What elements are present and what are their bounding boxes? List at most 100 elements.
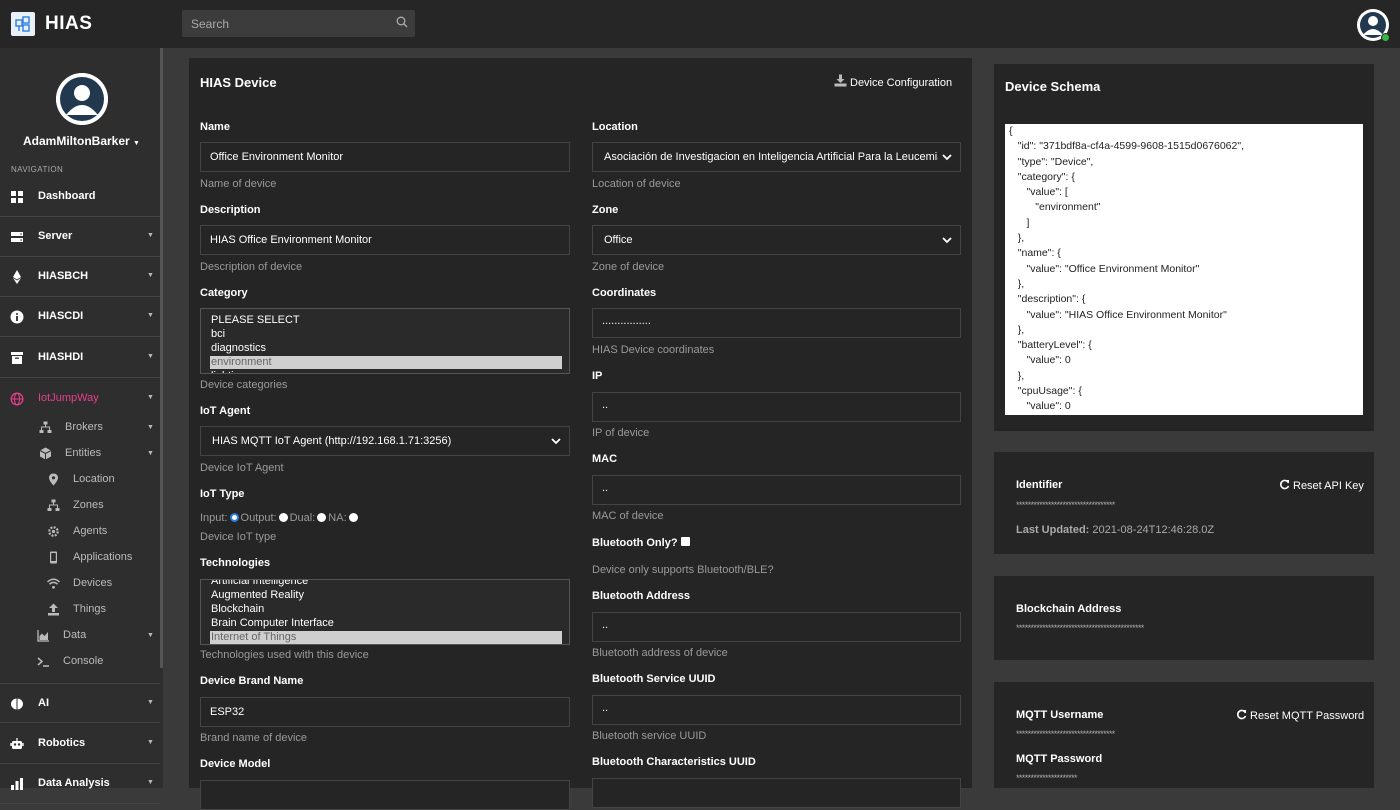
globe-icon: [10, 392, 24, 406]
reset-api-key-button[interactable]: Reset API Key: [1279, 479, 1364, 492]
brand-name-help: Brand name of device: [200, 732, 308, 744]
sidebar-item-robotics[interactable]: Robotics ▼: [0, 724, 160, 764]
iot-type-input-label: Input:: [200, 512, 228, 524]
reset-mqtt-password-button[interactable]: Reset MQTT Password: [1236, 709, 1364, 722]
sidebar-subitem-label: Brokers: [65, 421, 103, 433]
sidebar-item-hiasbch[interactable]: HIASBCH ▼: [0, 257, 160, 297]
device-model-input[interactable]: [200, 780, 570, 810]
category-listbox[interactable]: PLEASE SELECT bci diagnostics environmen…: [200, 308, 570, 374]
schema-title: Device Schema: [1005, 79, 1101, 94]
sidebar-subitem-agents[interactable]: Agents: [47, 522, 157, 546]
iot-type-input-radio[interactable]: [229, 513, 239, 522]
device-configuration-button[interactable]: Device Configuration: [834, 74, 952, 89]
chevron-down-icon: ▼: [147, 450, 154, 457]
sidebar-subitem-console[interactable]: Console: [37, 652, 157, 676]
search-icon[interactable]: [396, 16, 408, 28]
chevron-down-icon: ▼: [147, 394, 154, 401]
iot-type-dual-label: Dual:: [289, 512, 316, 524]
sidebar-item-label: Data Analysis: [38, 777, 110, 789]
description-input[interactable]: HIAS Office Environment Monitor: [200, 225, 570, 255]
category-option-selected[interactable]: environment: [210, 356, 562, 369]
location-help: Location of device: [592, 178, 681, 190]
iot-type-dual-radio[interactable]: [317, 513, 327, 522]
search-input[interactable]: [182, 10, 415, 37]
sidebar-subitem-brokers[interactable]: Brokers: [39, 418, 159, 442]
iot-agent-label: IoT Agent: [200, 405, 251, 417]
sidebar-subitem-zones[interactable]: Zones: [47, 496, 157, 520]
technology-option[interactable]: Blockchain: [211, 603, 561, 616]
hias-logo-icon[interactable]: [11, 12, 35, 36]
sidebar-item-dashboard[interactable]: Dashboard: [0, 177, 160, 217]
sidebar-subitem-location[interactable]: Location: [47, 470, 157, 494]
schema-json-viewer[interactable]: { "id": "371bdf8a-cf4a-4599-9608-1515d06…: [1005, 124, 1363, 415]
sidebar-subitem-label: Data: [63, 629, 87, 641]
mqtt-panel: MQTT Username **************************…: [994, 682, 1374, 788]
iot-type-label: IoT Type: [200, 488, 245, 500]
blockchain-address-value: ****************************************…: [1016, 623, 1144, 633]
wifi-icon: [47, 578, 60, 589]
bluetooth-characteristics-uuid-input[interactable]: [592, 778, 961, 808]
sidebar-avatar[interactable]: [56, 73, 108, 125]
chevron-down-icon: ▼: [147, 424, 154, 431]
technology-option[interactable]: Brain Computer Interface: [211, 617, 561, 630]
mac-input[interactable]: ..: [592, 475, 961, 505]
username-dropdown[interactable]: AdamMiltonBarker ▼: [0, 134, 163, 148]
iot-type-na-radio[interactable]: [348, 513, 358, 522]
sidebar-item-hiashdi[interactable]: HIASHDI ▼: [0, 338, 160, 378]
sidebar-subitem-data[interactable]: Data: [37, 626, 157, 650]
zone-select[interactable]: Office: [592, 225, 961, 255]
location-label: Location: [592, 121, 638, 133]
technology-option[interactable]: Augmented Reality: [211, 589, 561, 602]
iot-type-help: Device IoT type: [200, 531, 277, 543]
sidebar: AdamMiltonBarker ▼ NAVIGATION Dashboard …: [0, 48, 163, 804]
iot-type-output-radio[interactable]: [278, 513, 288, 522]
bluetooth-only-help: Device only supports Bluetooth/BLE?: [592, 564, 774, 576]
iot-agent-select[interactable]: HIAS MQTT IoT Agent (http://192.168.1.71…: [200, 426, 570, 456]
category-option[interactable]: bci: [211, 328, 561, 341]
coordinates-input[interactable]: ................: [592, 308, 961, 338]
refresh-icon: [1237, 709, 1247, 720]
sidebar-item-label: HIASBCH: [38, 270, 89, 282]
sidebar-item-data-analysis[interactable]: Data Analysis ▼: [0, 764, 160, 804]
brand-name-input[interactable]: ESP32: [200, 697, 570, 727]
bluetooth-only-label: Bluetooth Only?: [592, 537, 678, 549]
category-option[interactable]: PLEASE SELECT: [211, 314, 561, 327]
sidebar-subitem-label: Devices: [73, 577, 113, 589]
bluetooth-address-input[interactable]: ..: [592, 612, 961, 642]
name-input[interactable]: Office Environment Monitor: [200, 142, 570, 172]
device-form-panel: HIAS Device Device Configuration Name Of…: [189, 58, 972, 810]
cube-icon: [39, 447, 52, 460]
sidebar-subitem-label: Zones: [73, 499, 104, 511]
bluetooth-service-uuid-input[interactable]: ..: [592, 695, 961, 725]
bluetooth-only-checkbox[interactable]: [680, 537, 690, 546]
sidebar-scrollbar[interactable]: [160, 48, 163, 668]
info-icon: [10, 310, 24, 324]
name-label: Name: [200, 121, 230, 133]
sidebar-item-server[interactable]: Server ▼: [0, 217, 160, 257]
category-option[interactable]: diagnostics: [211, 342, 561, 355]
technology-option-selected[interactable]: Internet of Things: [210, 631, 562, 644]
sidebar-subitem-applications[interactable]: Applications: [47, 548, 157, 572]
user-avatar-icon: [56, 73, 108, 125]
refresh-icon: [1280, 479, 1290, 490]
iot-type-radio-group: Input: Output: Dual: NA:: [200, 512, 360, 524]
sidebar-item-ai[interactable]: AI ▼: [0, 683, 160, 723]
sidebar-subitem-things[interactable]: Things: [47, 600, 157, 624]
technology-option[interactable]: Artificial Intelligence: [211, 580, 561, 588]
sidebar-item-label: Dashboard: [38, 190, 96, 202]
ip-input[interactable]: ..: [592, 392, 961, 422]
mqtt-username-label: MQTT Username: [1016, 709, 1104, 721]
technologies-listbox[interactable]: Artificial Intelligence Augmented Realit…: [200, 579, 570, 645]
chevron-down-icon: ▼: [147, 632, 154, 639]
app-name[interactable]: HIAS: [45, 13, 92, 35]
identifier-label: Identifier: [1016, 479, 1063, 491]
sidebar-subitem-label: Things: [73, 603, 107, 615]
sidebar-subitem-entities[interactable]: Entities: [39, 444, 159, 468]
sidebar-item-iotjumpway[interactable]: IotJumpWay ▼: [0, 379, 160, 419]
sidebar-subitem-devices[interactable]: Devices: [47, 574, 157, 598]
description-label: Description: [200, 204, 261, 216]
sidebar-item-hiascdi[interactable]: HIASCDI ▼: [0, 297, 160, 337]
location-select[interactable]: Asociación de Investigacion en Inteligen…: [592, 142, 961, 172]
description-help: Description of device: [200, 261, 303, 273]
category-option[interactable]: lighting: [211, 370, 561, 373]
